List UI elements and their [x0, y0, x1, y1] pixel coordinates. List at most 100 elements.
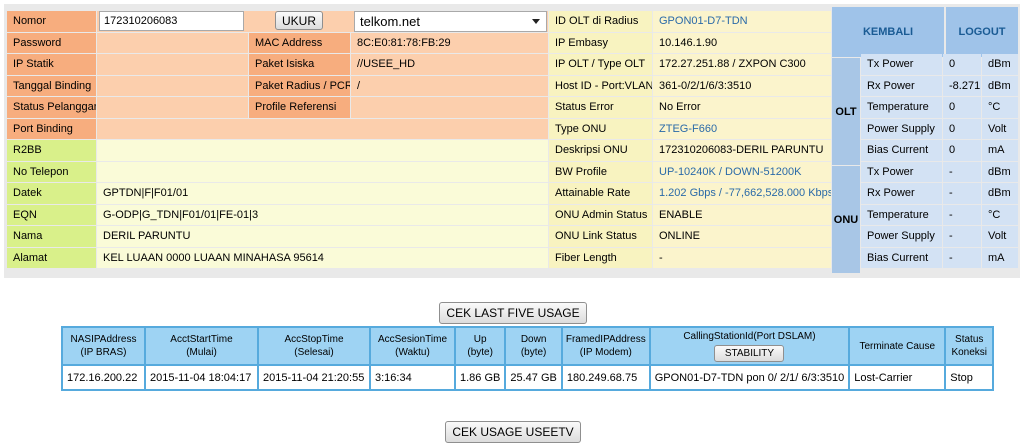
cek-usage-useetv-button[interactable]: CEK USAGE USEETV — [445, 421, 581, 443]
field-label: Tanggal Binding — [7, 75, 96, 96]
usage-column-header: Terminate Cause — [850, 328, 945, 364]
power-name: Tx Power — [861, 161, 942, 182]
header-line: (Mulai) — [186, 347, 217, 358]
field-label: Deskripsi ONU — [549, 140, 652, 161]
field-value: ONLINE — [653, 226, 831, 247]
field-label: ONU Link Status — [549, 226, 652, 247]
power-unit: °C — [982, 97, 1018, 118]
field-value — [351, 97, 548, 118]
power-unit: dBm — [982, 54, 1018, 75]
field-value: GPON01-D7-TDN — [653, 11, 831, 32]
power-unit: Volt — [982, 226, 1018, 247]
field-value — [97, 32, 248, 53]
power-name: Rx Power — [861, 75, 942, 96]
power-name: Bias Current — [861, 247, 942, 268]
field-value: DERIL PARUNTU — [97, 226, 548, 247]
power-unit: °C — [982, 204, 1018, 225]
power-unit: mA — [982, 247, 1018, 268]
header-line: FramedIPAddress — [565, 334, 646, 345]
olt-group-label: OLT — [832, 58, 860, 165]
field-label: Nomor — [7, 11, 96, 32]
power-value: -8.271 — [943, 75, 981, 96]
usage-column-header: Up (byte) — [456, 328, 505, 364]
field-value: No Error — [653, 97, 831, 118]
field-value: - — [653, 247, 831, 268]
field-label: ONU Admin Status — [549, 204, 652, 225]
table-cell: 3:16:34 — [371, 366, 454, 389]
header-line: AccStopTime — [284, 334, 344, 345]
header-line: CallingStationId(Port DSLAM) — [683, 331, 816, 342]
usage-column-header: AccSesionTime (Waktu) — [371, 328, 454, 364]
power-value: - — [943, 204, 981, 225]
field-label: Status Pelanggan — [7, 97, 96, 118]
field-value: GPTDN|F|F01/01 — [97, 183, 548, 204]
usage-column-header: FramedIPAddress (IP Modem) — [562, 328, 649, 364]
field-label: IP Statik — [7, 54, 96, 75]
field-label: Password — [7, 32, 96, 53]
field-label: BW Profile — [549, 161, 652, 182]
field-label: Paket Radius / PCRF — [249, 75, 350, 96]
power-name: Power Supply — [861, 226, 942, 247]
field-value: 361-0/2/1/6/3:3510 — [653, 75, 831, 96]
field-value: //USEE_HD — [351, 54, 548, 75]
power-value: 0 — [943, 97, 981, 118]
field-label: EQN — [7, 204, 96, 225]
header-line: NASIPAddress — [70, 334, 137, 345]
power-name: Bias Current — [861, 140, 942, 161]
power-name: Tx Power — [861, 54, 942, 75]
header-line: Terminate Cause — [859, 340, 936, 352]
header-line: (Waktu) — [395, 347, 430, 358]
header-line: (byte) — [467, 347, 493, 358]
power-value: - — [943, 183, 981, 204]
field-label: IP Embasy — [549, 32, 652, 53]
kembali-button[interactable]: KEMBALI — [832, 7, 944, 57]
field-value — [97, 75, 248, 96]
header-line: (IP BRAS) — [80, 347, 127, 358]
power-value: 0 — [943, 140, 981, 161]
table-row: 172.16.200.22 2015-11-04 18:04:17 2015-11-… — [63, 366, 993, 389]
field-label: Type ONU — [549, 118, 652, 139]
power-value: 0 — [943, 54, 981, 75]
stability-button[interactable]: STABILITY — [714, 345, 785, 362]
field-label: No Telepon — [7, 161, 96, 182]
field-value: KEL LUAAN 0000 LUAAN MINAHASA 95614 — [97, 247, 548, 268]
field-label: Fiber Length — [549, 247, 652, 268]
usage-table: NASIPAddress (IP BRAS) AcctStartTime (Mulai… — [61, 326, 995, 391]
nomor-input[interactable]: 172310206083 — [99, 11, 244, 31]
field-value — [97, 118, 548, 139]
usage-column-header: CallingStationId(Port DSLAM) STABILITY — [650, 328, 849, 364]
field-value: 8C:E0:81:78:FB:29 — [351, 32, 548, 53]
field-value: 172.27.251.88 / ZXPON C300 — [653, 54, 831, 75]
field-value — [97, 161, 548, 182]
logout-button[interactable]: LOGOUT — [946, 7, 1018, 57]
table-cell: 2015-11-04 21:20:55 — [259, 366, 369, 389]
usage-column-header: NASIPAddress (IP BRAS) — [63, 328, 144, 364]
power-unit: dBm — [982, 161, 1018, 182]
field-value: 10.146.1.90 — [653, 32, 831, 53]
field-label: ID OLT di Radius — [549, 11, 652, 32]
field-value: 1.202 Gbps / -77,662,528.000 Kbps — [653, 183, 831, 204]
header-line: AcctStartTime — [170, 334, 233, 345]
header-line: Koneksi — [951, 347, 988, 358]
field-label: Datek — [7, 183, 96, 204]
usage-column-header: AccStopTime (Selesai) — [259, 328, 369, 364]
field-label: Host ID - Port:VLAN — [549, 75, 652, 96]
field-label: Alamat — [7, 247, 96, 268]
usage-column-header: AcctStartTime (Mulai) — [146, 328, 257, 364]
power-name: Temperature — [861, 97, 942, 118]
cek-last-five-usage-button[interactable]: CEK LAST FIVE USAGE — [439, 302, 587, 324]
provider-select-value: telkom.net — [360, 14, 420, 29]
power-value: - — [943, 226, 981, 247]
provider-select[interactable]: telkom.net — [354, 11, 547, 32]
power-unit: mA — [982, 140, 1018, 161]
field-value — [97, 97, 248, 118]
ukur-button[interactable]: UKUR — [275, 11, 323, 30]
header-line: (IP Modem) — [579, 347, 632, 358]
table-cell: 25.47 GB — [506, 366, 561, 389]
field-value: ZTEG-F660 — [653, 118, 831, 139]
usage-column-header: Down (byte) — [506, 328, 561, 364]
field-label: Attainable Rate — [549, 183, 652, 204]
field-value — [97, 54, 248, 75]
field-value: UP-10240K / DOWN-51200K — [653, 161, 831, 182]
field-label: R2BB — [7, 140, 96, 161]
